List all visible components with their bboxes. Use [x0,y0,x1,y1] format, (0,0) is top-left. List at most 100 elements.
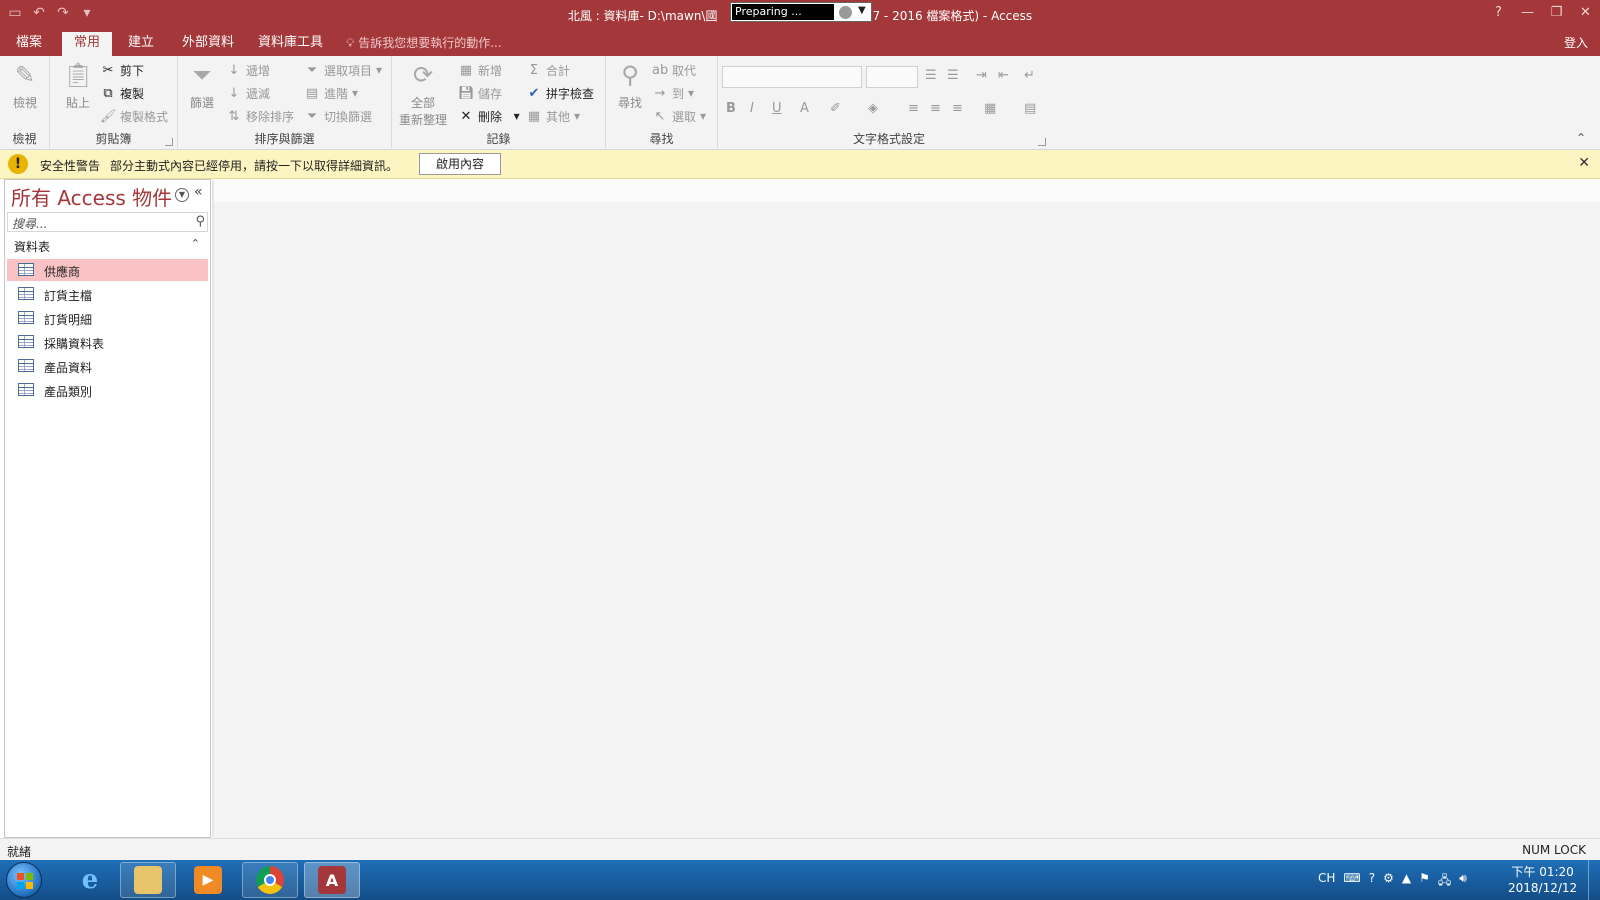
tab-file[interactable]: 檔案 [4,32,54,56]
record-icon[interactable] [839,6,852,19]
new-record-button[interactable]: ▦ 新增 [458,60,502,80]
paste-label: 貼上 [65,96,90,110]
text-direction-icon[interactable]: ↵ [1024,68,1035,83]
select-label: 選取 [672,109,697,124]
align-center-icon[interactable]: ≡ [930,101,941,116]
toggle-filter-button[interactable]: ⏷ 切換篩選 [304,106,372,126]
cut-button[interactable]: ✂ 剪下 [100,60,144,80]
nav-search-input[interactable]: 搜尋... ⚲ [7,212,208,232]
advanced-filter-icon: ▤ [305,85,319,101]
help-icon[interactable]: ? [1369,871,1375,892]
action-center-icon[interactable]: ⚑ [1419,871,1430,892]
collapse-pane-icon[interactable]: « [194,184,203,200]
clock[interactable]: 下午 01:20 2018/12/12 [1508,864,1577,896]
goto-button[interactable]: → 到 ▾ [652,83,695,103]
taskbar-media-player[interactable]: ▶ [180,862,236,898]
show-desktop-button[interactable] [1588,860,1600,900]
selection-button[interactable]: ⏷ 選取項目 ▾ [304,60,382,80]
view-button[interactable]: ✎ 檢視 [3,60,47,111]
recorder-widget[interactable]: Preparing ... ▼ [730,2,872,22]
network-icon[interactable]: 🖧︎ [1438,871,1451,892]
spelling-check-icon: ✔ [528,85,540,101]
security-warning-title: 安全性警告 [40,159,101,173]
tab-home[interactable]: 常用 [62,32,113,56]
help-icon[interactable]: ? [1484,0,1513,24]
taskbar-access[interactable]: A [304,862,360,898]
more-button[interactable]: ▦ 其他 ▾ [526,106,580,126]
font-size-box[interactable] [866,66,918,88]
security-warning-message[interactable]: 部分主動式內容已經停用，請按一下以取得詳細資訊。 [110,157,398,174]
nav-pane-header[interactable]: 所有 Access 物件 [11,182,172,211]
taskbar-chrome[interactable] [242,862,298,898]
tab-database-tools[interactable]: 資料庫工具 [246,32,335,56]
copy-button[interactable]: ⧉ 複製 [100,83,144,103]
select-button[interactable]: ↖ 選取 ▾ [652,106,707,126]
highlight-icon[interactable]: ✐ [830,101,841,116]
status-text: 就緒 [7,845,32,859]
align-right-icon[interactable]: ≡ [952,101,963,116]
font-name-box[interactable] [722,66,862,88]
font-color-button[interactable]: A [800,101,809,116]
table-item-orders[interactable]: 訂貨主檔 [7,283,208,305]
spelling-button[interactable]: ✔ 拼字檢查 [526,83,594,103]
brush-icon: 🖌︎ [100,108,117,124]
table-item-purchases[interactable]: 採購資料表 [7,331,208,353]
chevron-down-icon[interactable]: ▼ [175,188,189,202]
sort-descending-label: 遞減 [246,86,271,101]
bold-button[interactable]: B [726,101,736,116]
italic-button[interactable]: I [750,101,754,116]
advanced-button[interactable]: ▤ 進階 ▾ [304,83,358,103]
start-button[interactable] [6,862,42,898]
increase-indent-icon[interactable]: ⇥ [976,68,987,83]
filter-button[interactable]: ⏷ 篩選 [180,60,224,111]
table-item-products[interactable]: 產品資料 [7,355,208,377]
enable-content-button[interactable]: 啟用內容 [419,153,501,175]
paste-button[interactable]: 📋︎ 貼上 [56,60,100,111]
table-item-suppliers[interactable]: 供應商 [7,259,208,281]
numbering-icon[interactable]: ☰ [947,68,959,83]
tab-external-data[interactable]: 外部資料 [170,32,246,56]
table-item-order-details[interactable]: 訂貨明細 [7,307,208,329]
remove-sort-label: 移除排序 [246,109,295,124]
keyboard-icon[interactable]: ⌨ [1343,871,1360,892]
replace-button[interactable]: ab 取代 [652,60,696,80]
table-item-categories[interactable]: 產品類別 [7,379,208,401]
tab-create[interactable]: 建立 [116,32,166,56]
taskbar-explorer[interactable] [120,862,176,898]
save-record-button[interactable]: 💾︎ 儲存 [458,83,502,103]
ribbon-tabs: 檔案 常用 建立 外部資料 資料庫工具 💡︎ 告訴我您想要執行的動作... 登入 [0,28,1600,56]
underline-button[interactable]: U [772,101,782,116]
input-language[interactable]: CH [1318,871,1335,892]
totals-button[interactable]: Σ 合計 [526,60,570,80]
find-button[interactable]: ⚲ 尋找 [608,60,652,111]
gridlines-icon[interactable]: ▤ [1024,101,1036,116]
nav-section-tables[interactable]: 資料表 ⌃ [7,236,208,256]
tell-me-box[interactable]: 💡︎ 告訴我您想要執行的動作... [346,34,502,51]
delete-record-button[interactable]: ✕ 刪除 ▾ [458,106,520,126]
sort-descending-button[interactable]: ↓ 遞減 [226,83,270,103]
fill-color-icon[interactable]: ◈ [868,101,878,116]
collapse-ribbon-icon[interactable]: ⌃ [1576,131,1586,145]
close-icon[interactable]: ✕ [1578,155,1590,171]
show-hidden-icons[interactable]: ▲ [1402,871,1411,892]
sort-descending-icon: ↓ [228,85,240,101]
refresh-all-button[interactable]: ⟳ 全部 重新整理 [396,60,450,128]
search-icon[interactable]: ⚲ [195,214,205,229]
taskbar-ie[interactable]: e [62,862,118,898]
restore-icon[interactable]: ❐ [1542,0,1571,24]
remove-sort-button[interactable]: ⇅ 移除排序 [226,106,294,126]
format-painter-button[interactable]: 🖌︎ 複製格式 [100,106,168,126]
bullets-icon[interactable]: ☰ [925,68,937,83]
sort-ascending-button[interactable]: ↓ 遞增 [226,60,270,80]
decrease-indent-icon[interactable]: ⇤ [998,68,1009,83]
align-left-icon[interactable]: ≡ [908,101,919,116]
sign-in-link[interactable]: 登入 [1564,34,1588,51]
chevron-up-icon[interactable]: ⌃ [191,237,200,250]
close-icon[interactable]: ✕ [1571,0,1600,24]
alternate-row-color-icon[interactable]: ▦ [984,101,996,116]
folder-icon [134,866,162,894]
ime-icon[interactable]: ⚙ [1383,871,1394,892]
volume-icon[interactable]: 🔊︎ [1459,871,1467,892]
minimize-icon[interactable]: — [1513,0,1542,24]
recorder-dropdown-icon[interactable]: ▼ [858,5,866,16]
